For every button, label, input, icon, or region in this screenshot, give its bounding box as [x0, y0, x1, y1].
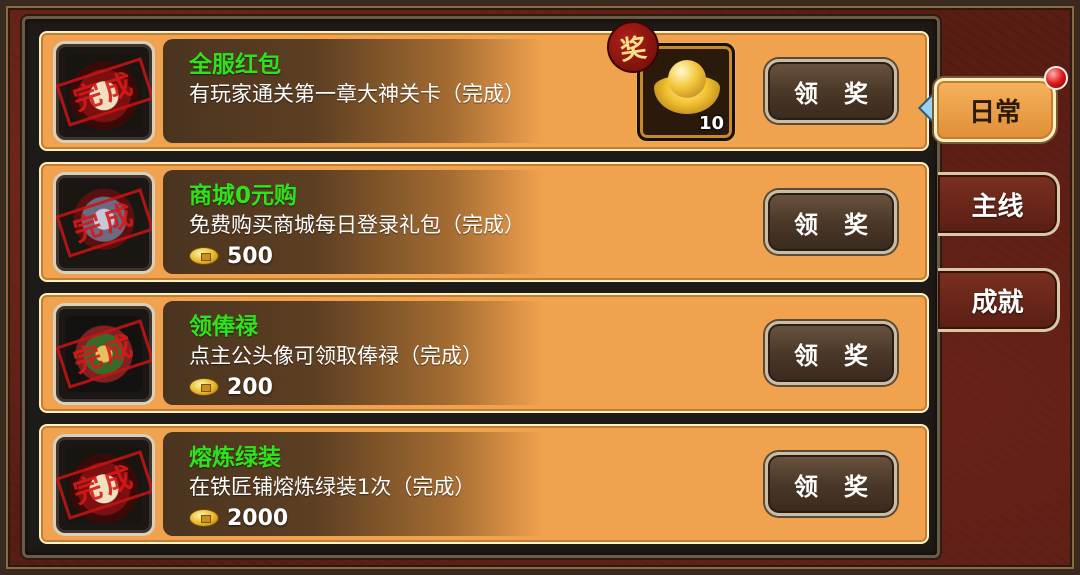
task-title: 商城0元购: [189, 183, 298, 209]
claim-reward-button[interactable]: 领奖: [765, 190, 897, 254]
claim-reward-button[interactable]: 领奖: [765, 452, 897, 516]
task-description: 免费购买商城每日登录礼包（完成）: [189, 213, 525, 237]
task-row-salary: 完成 领俸禄 点主公头像可领取俸禄（完成） 200 领奖: [39, 293, 929, 413]
task-description: 在铁匠铺熔炼绿装1次（完成）: [189, 475, 476, 499]
coin-amount: 2000: [227, 505, 289, 531]
task-title: 熔炼绿装: [189, 445, 281, 471]
notification-dot-icon: [1044, 66, 1068, 90]
coin-amount: 500: [227, 243, 273, 269]
task-description: 点主公头像可领取俸禄（完成）: [189, 344, 483, 368]
tab-main-quest[interactable]: 主线: [938, 172, 1060, 236]
coin-amount: 200: [227, 374, 273, 400]
task-list-panel: 完成 全服红包 有玩家通关第一章大神关卡（完成） 10 奖 领奖 完成 商城0元…: [22, 16, 940, 558]
tab-achievements[interactable]: 成就: [938, 268, 1060, 332]
coin-reward: 500: [189, 242, 273, 270]
task-row-shop-free-buy: 完成 商城0元购 免费购买商城每日登录礼包（完成） 500 领奖: [39, 162, 929, 282]
task-row-red-envelope: 完成 全服红包 有玩家通关第一章大神关卡（完成） 10 奖 领奖: [39, 17, 929, 151]
task-icon-frame: 完成: [53, 41, 155, 143]
tab-daily[interactable]: 日常: [934, 78, 1056, 142]
task-title: 领俸禄: [189, 314, 258, 340]
task-icon-frame: 完成: [53, 172, 155, 274]
task-icon-frame: 完成: [53, 434, 155, 536]
claim-reward-button[interactable]: 领奖: [765, 59, 897, 123]
task-title: 全服红包: [189, 52, 281, 78]
coin-reward: 2000: [189, 504, 288, 532]
coin-reward: 200: [189, 373, 273, 401]
task-icon-frame: 完成: [53, 303, 155, 405]
copper-coin-icon: [189, 378, 219, 396]
gold-ingot-top-icon: [668, 60, 706, 98]
copper-coin-icon: [189, 247, 219, 265]
task-row-smelt-green-gear: 完成 熔炼绿装 在铁匠铺熔炼绿装1次（完成） 2000 领奖: [39, 424, 929, 544]
reward-item-quantity: 10: [698, 113, 724, 134]
task-description: 有玩家通关第一章大神关卡（完成）: [189, 82, 525, 106]
claim-reward-button[interactable]: 领奖: [765, 321, 897, 385]
copper-coin-icon: [189, 509, 219, 527]
